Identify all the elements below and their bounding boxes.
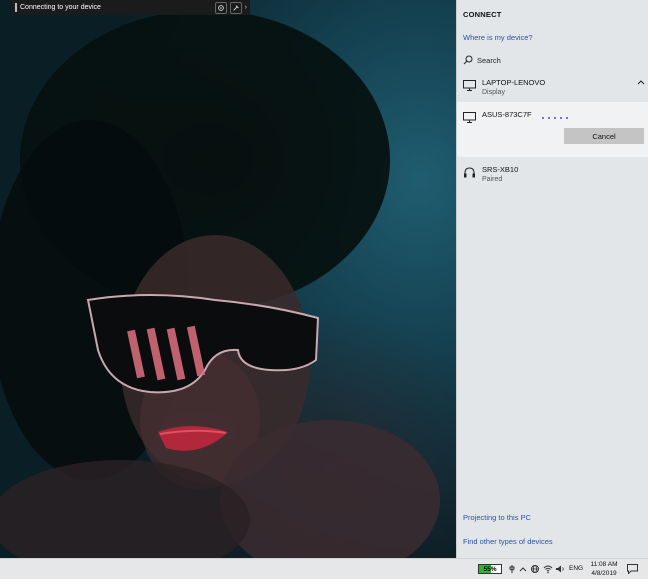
clock-date: 4/8/2019 — [591, 570, 617, 577]
clock[interactable]: 11:08 AM 4/8/2019 — [588, 560, 620, 578]
headphones-icon — [464, 167, 475, 178]
device-item-asus-873c7f[interactable]: ASUS-873C7F Cancel — [457, 102, 648, 157]
wifi-icon[interactable] — [543, 564, 553, 574]
battery-indicator[interactable]: 55% — [478, 564, 502, 574]
search-icon — [463, 55, 473, 65]
battery-percent: 55% — [483, 565, 497, 573]
desktop-wallpaper — [0, 0, 456, 558]
pin-icon[interactable] — [229, 1, 242, 14]
projection-status-bar: Connecting to your device › — [12, 0, 250, 15]
monitor-icon — [463, 80, 476, 91]
volume-icon[interactable] — [555, 564, 565, 574]
action-center-icon[interactable] — [627, 564, 638, 574]
connecting-progress-dots — [542, 117, 568, 119]
settings-icon[interactable] — [214, 1, 227, 14]
collapse-chevron-icon[interactable]: › — [245, 4, 247, 11]
device-item-srs-xb10[interactable]: SRS-XB10 Paired — [457, 160, 648, 188]
language-indicator[interactable]: ENG — [569, 565, 583, 572]
projecting-to-this-pc-link[interactable]: Projecting to this PC — [463, 513, 531, 522]
device-item-laptop-lenovo[interactable]: LAPTOP-LENOVO Display — [457, 74, 648, 102]
device-name: SRS-XB10 — [482, 165, 519, 174]
pane-title: CONNECT — [463, 10, 502, 19]
drag-handle[interactable] — [15, 3, 17, 12]
device-name: LAPTOP-LENOVO — [482, 78, 546, 87]
search-label: Search — [477, 55, 501, 65]
device-status: Paired — [482, 176, 503, 183]
network-globe-icon[interactable] — [530, 564, 540, 574]
find-other-devices-link[interactable]: Find other types of devices — [463, 537, 553, 546]
wallpaper-portrait-image — [0, 10, 440, 558]
power-plug-icon[interactable] — [507, 564, 517, 574]
monitor-icon — [463, 112, 476, 123]
taskbar: 55% ENG 11:08 AM 4/8/2019 — [0, 558, 648, 579]
device-status: Display — [482, 89, 505, 96]
chevron-up-icon[interactable] — [637, 79, 645, 85]
projection-status-text: Connecting to your device — [20, 4, 101, 11]
search-button[interactable]: Search — [463, 55, 501, 65]
connect-pane: CONNECT Where is my device? Search LAPTO… — [456, 0, 648, 558]
chevron-up-icon[interactable] — [518, 564, 528, 574]
cancel-button[interactable]: Cancel — [564, 128, 644, 144]
device-name: ASUS-873C7F — [482, 110, 532, 119]
where-is-my-device-link[interactable]: Where is my device? — [463, 33, 533, 42]
clock-time: 11:08 AM — [590, 561, 618, 568]
